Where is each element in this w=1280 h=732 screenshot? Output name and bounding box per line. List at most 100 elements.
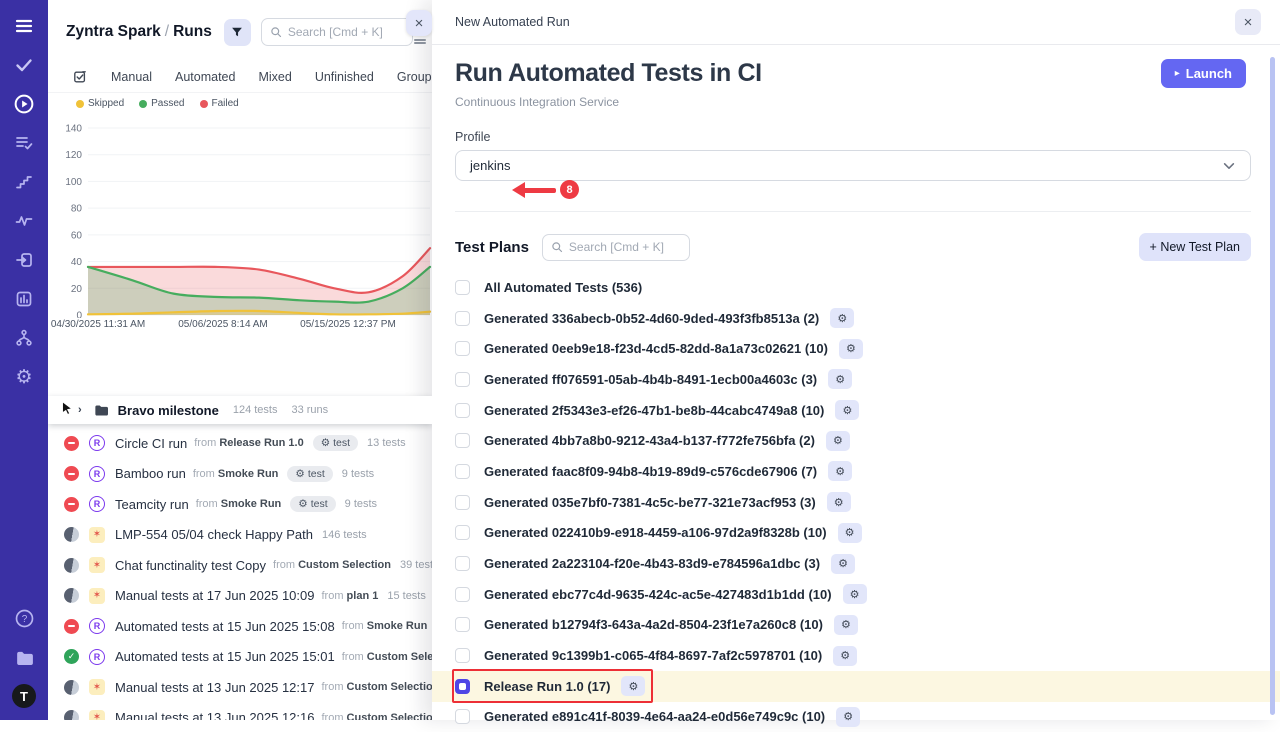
plan-checkbox[interactable]: [455, 372, 470, 387]
plan-checkbox[interactable]: [455, 617, 470, 632]
menu-icon[interactable]: [12, 14, 36, 38]
tab-unfinished[interactable]: Unfinished: [315, 70, 374, 84]
pulse-icon[interactable]: [12, 209, 36, 233]
test-plan-row[interactable]: Generated 4bb7a8b0-9212-43a4-b137-f772fe…: [432, 425, 1280, 456]
app-logo[interactable]: T: [12, 684, 36, 708]
milestone-row[interactable]: › Bravo milestone 124 tests 33 runs: [48, 396, 432, 424]
plan-settings-button[interactable]: ⚙: [836, 707, 860, 727]
select-runs-icon[interactable]: [72, 69, 88, 85]
test-plans-search-input[interactable]: Search [Cmd + K]: [542, 234, 690, 261]
plan-settings-button[interactable]: ⚙: [843, 584, 867, 604]
plan-settings-button[interactable]: ⚙: [830, 308, 854, 328]
plan-checkbox[interactable]: [455, 311, 470, 326]
run-row[interactable]: Automated tests at 15 Jun 2025 15:01from…: [48, 642, 432, 673]
search-icon: [270, 26, 282, 38]
plan-settings-button[interactable]: ⚙: [839, 339, 863, 359]
settings-gear-icon[interactable]: ⚙: [12, 365, 36, 389]
test-plan-row[interactable]: Generated faac8f09-94b8-4b19-89d9-c576cd…: [432, 456, 1280, 487]
test-plan-row[interactable]: Release Run 1.0 (17)⚙: [432, 671, 1280, 702]
breadcrumb-project[interactable]: Zyntra Spark: [66, 23, 161, 40]
test-plan-row[interactable]: Generated 2a223104-f20e-4b43-83d9-e78459…: [432, 548, 1280, 579]
plan-settings-button[interactable]: ⚙: [835, 400, 859, 420]
run-row[interactable]: Circle CI runfrom Release Run 1.0⚙test13…: [48, 428, 432, 459]
branch-icon[interactable]: [12, 326, 36, 350]
plan-settings-button[interactable]: ⚙: [828, 461, 852, 481]
steps-icon[interactable]: [12, 170, 36, 194]
run-row[interactable]: Manual tests at 13 Jun 2025 12:17from Cu…: [48, 672, 432, 703]
breadcrumb[interactable]: Zyntra Spark/Runs: [66, 23, 212, 41]
tab-mixed[interactable]: Mixed: [258, 70, 291, 84]
run-row[interactable]: Bamboo runfrom Smoke Run⚙test9 tests: [48, 459, 432, 490]
plan-checkbox[interactable]: [455, 587, 470, 602]
run-row[interactable]: LMP-554 05/04 check Happy Path146 tests: [48, 520, 432, 551]
run-row[interactable]: Teamcity runfrom Smoke Run⚙test9 tests: [48, 489, 432, 520]
filter-button[interactable]: [224, 19, 251, 46]
tab-groups[interactable]: Groups: [397, 70, 432, 84]
chevron-right-icon[interactable]: ›: [78, 404, 82, 416]
plan-checkbox[interactable]: [455, 648, 470, 663]
plan-checkbox[interactable]: [455, 464, 470, 479]
test-tag-badge[interactable]: ⚙test: [313, 435, 358, 451]
plan-settings-button[interactable]: ⚙: [834, 615, 858, 635]
test-plan-row[interactable]: Generated 035e7bf0-7381-4c5c-be77-321e73…: [432, 487, 1280, 518]
import-icon[interactable]: [12, 248, 36, 272]
plan-checkbox[interactable]: [455, 433, 470, 448]
plan-checkbox[interactable]: [455, 556, 470, 571]
plan-settings-button[interactable]: ⚙: [833, 646, 857, 666]
test-plan-row[interactable]: Generated ebc77c4d-9635-424c-ac5e-427483…: [432, 579, 1280, 610]
test-plan-row[interactable]: Generated 022410b9-e918-4459-a106-97d2a9…: [432, 518, 1280, 549]
chevron-down-icon: [1222, 160, 1236, 172]
test-plan-row[interactable]: Generated e891c41f-8039-4e64-aa24-e0d56e…: [432, 702, 1280, 732]
check-icon[interactable]: [12, 53, 36, 77]
plan-checkbox[interactable]: [455, 280, 470, 295]
legend-item-failed[interactable]: Failed: [200, 98, 239, 109]
plan-checkbox[interactable]: [455, 495, 470, 510]
test-plan-row[interactable]: All Automated Tests (536): [432, 272, 1280, 303]
plan-checkbox[interactable]: [455, 679, 470, 694]
help-icon[interactable]: ?: [12, 606, 36, 630]
runs-search-input[interactable]: Search [Cmd + K]: [261, 18, 413, 46]
plan-settings-button[interactable]: ⚙: [838, 523, 862, 543]
plan-settings-button[interactable]: ⚙: [826, 431, 850, 451]
play-circle-icon[interactable]: [12, 92, 36, 116]
plan-settings-button[interactable]: ⚙: [621, 676, 645, 696]
plan-settings-button[interactable]: ⚙: [828, 369, 852, 389]
tab-manual[interactable]: Manual: [111, 70, 152, 84]
test-tag-badge[interactable]: ⚙test: [290, 496, 335, 512]
run-row[interactable]: Manual tests at 13 Jun 2025 12:16from Cu…: [48, 703, 432, 721]
analytics-icon[interactable]: [12, 287, 36, 311]
test-plan-row[interactable]: Generated 9c1399b1-c065-4f84-8697-7af2c5…: [432, 640, 1280, 671]
list-check-icon[interactable]: [12, 131, 36, 155]
test-plan-row[interactable]: Generated 336abecb-0b52-4d60-9ded-493f3f…: [432, 303, 1280, 334]
profile-select[interactable]: jenkins: [455, 150, 1251, 181]
test-plan-row[interactable]: Generated b12794f3-643a-4a2d-8504-23f1e7…: [432, 610, 1280, 641]
test-plan-row[interactable]: Generated ff076591-05ab-4b4b-8491-1ecb00…: [432, 364, 1280, 395]
run-source: from Custom Selection: [321, 712, 432, 720]
run-name: Bamboo run: [115, 466, 186, 481]
plan-checkbox[interactable]: [455, 525, 470, 540]
run-name: Manual tests at 13 Jun 2025 12:17: [115, 680, 314, 695]
legend-item-skipped[interactable]: Skipped: [76, 98, 124, 109]
legend-item-passed[interactable]: Passed: [139, 98, 184, 109]
panel-close-button[interactable]: ×: [406, 10, 432, 36]
plan-checkbox[interactable]: [455, 341, 470, 356]
modal-close-button[interactable]: ×: [1235, 9, 1261, 35]
plan-settings-button[interactable]: ⚙: [831, 554, 855, 574]
search-icon: [551, 241, 563, 253]
plan-settings-button[interactable]: ⚙: [827, 492, 851, 512]
modal-scrollbar[interactable]: [1270, 57, 1275, 715]
legend-label: Failed: [212, 98, 239, 109]
tab-automated[interactable]: Automated: [175, 70, 235, 84]
plan-checkbox[interactable]: [455, 709, 470, 724]
new-test-plan-button[interactable]: + New Test Plan: [1139, 233, 1251, 261]
test-tag-badge[interactable]: ⚙test: [287, 466, 332, 482]
test-plan-row[interactable]: Generated 2f5343e3-ef26-47b1-be8b-44cabc…: [432, 395, 1280, 426]
run-row[interactable]: Manual tests at 17 Jun 2025 10:09from pl…: [48, 581, 432, 612]
plan-checkbox[interactable]: [455, 403, 470, 418]
run-row[interactable]: Chat functinality test Copyfrom Custom S…: [48, 550, 432, 581]
plan-label: Generated faac8f09-94b8-4b19-89d9-c576cd…: [484, 464, 817, 479]
run-row[interactable]: Automated tests at 15 Jun 2025 15:08from…: [48, 611, 432, 642]
test-plan-row[interactable]: Generated 0eeb9e18-f23d-4cd5-82dd-8a1a73…: [432, 333, 1280, 364]
files-folder-icon[interactable]: [12, 645, 36, 669]
launch-button[interactable]: ▸ Launch: [1161, 59, 1246, 88]
